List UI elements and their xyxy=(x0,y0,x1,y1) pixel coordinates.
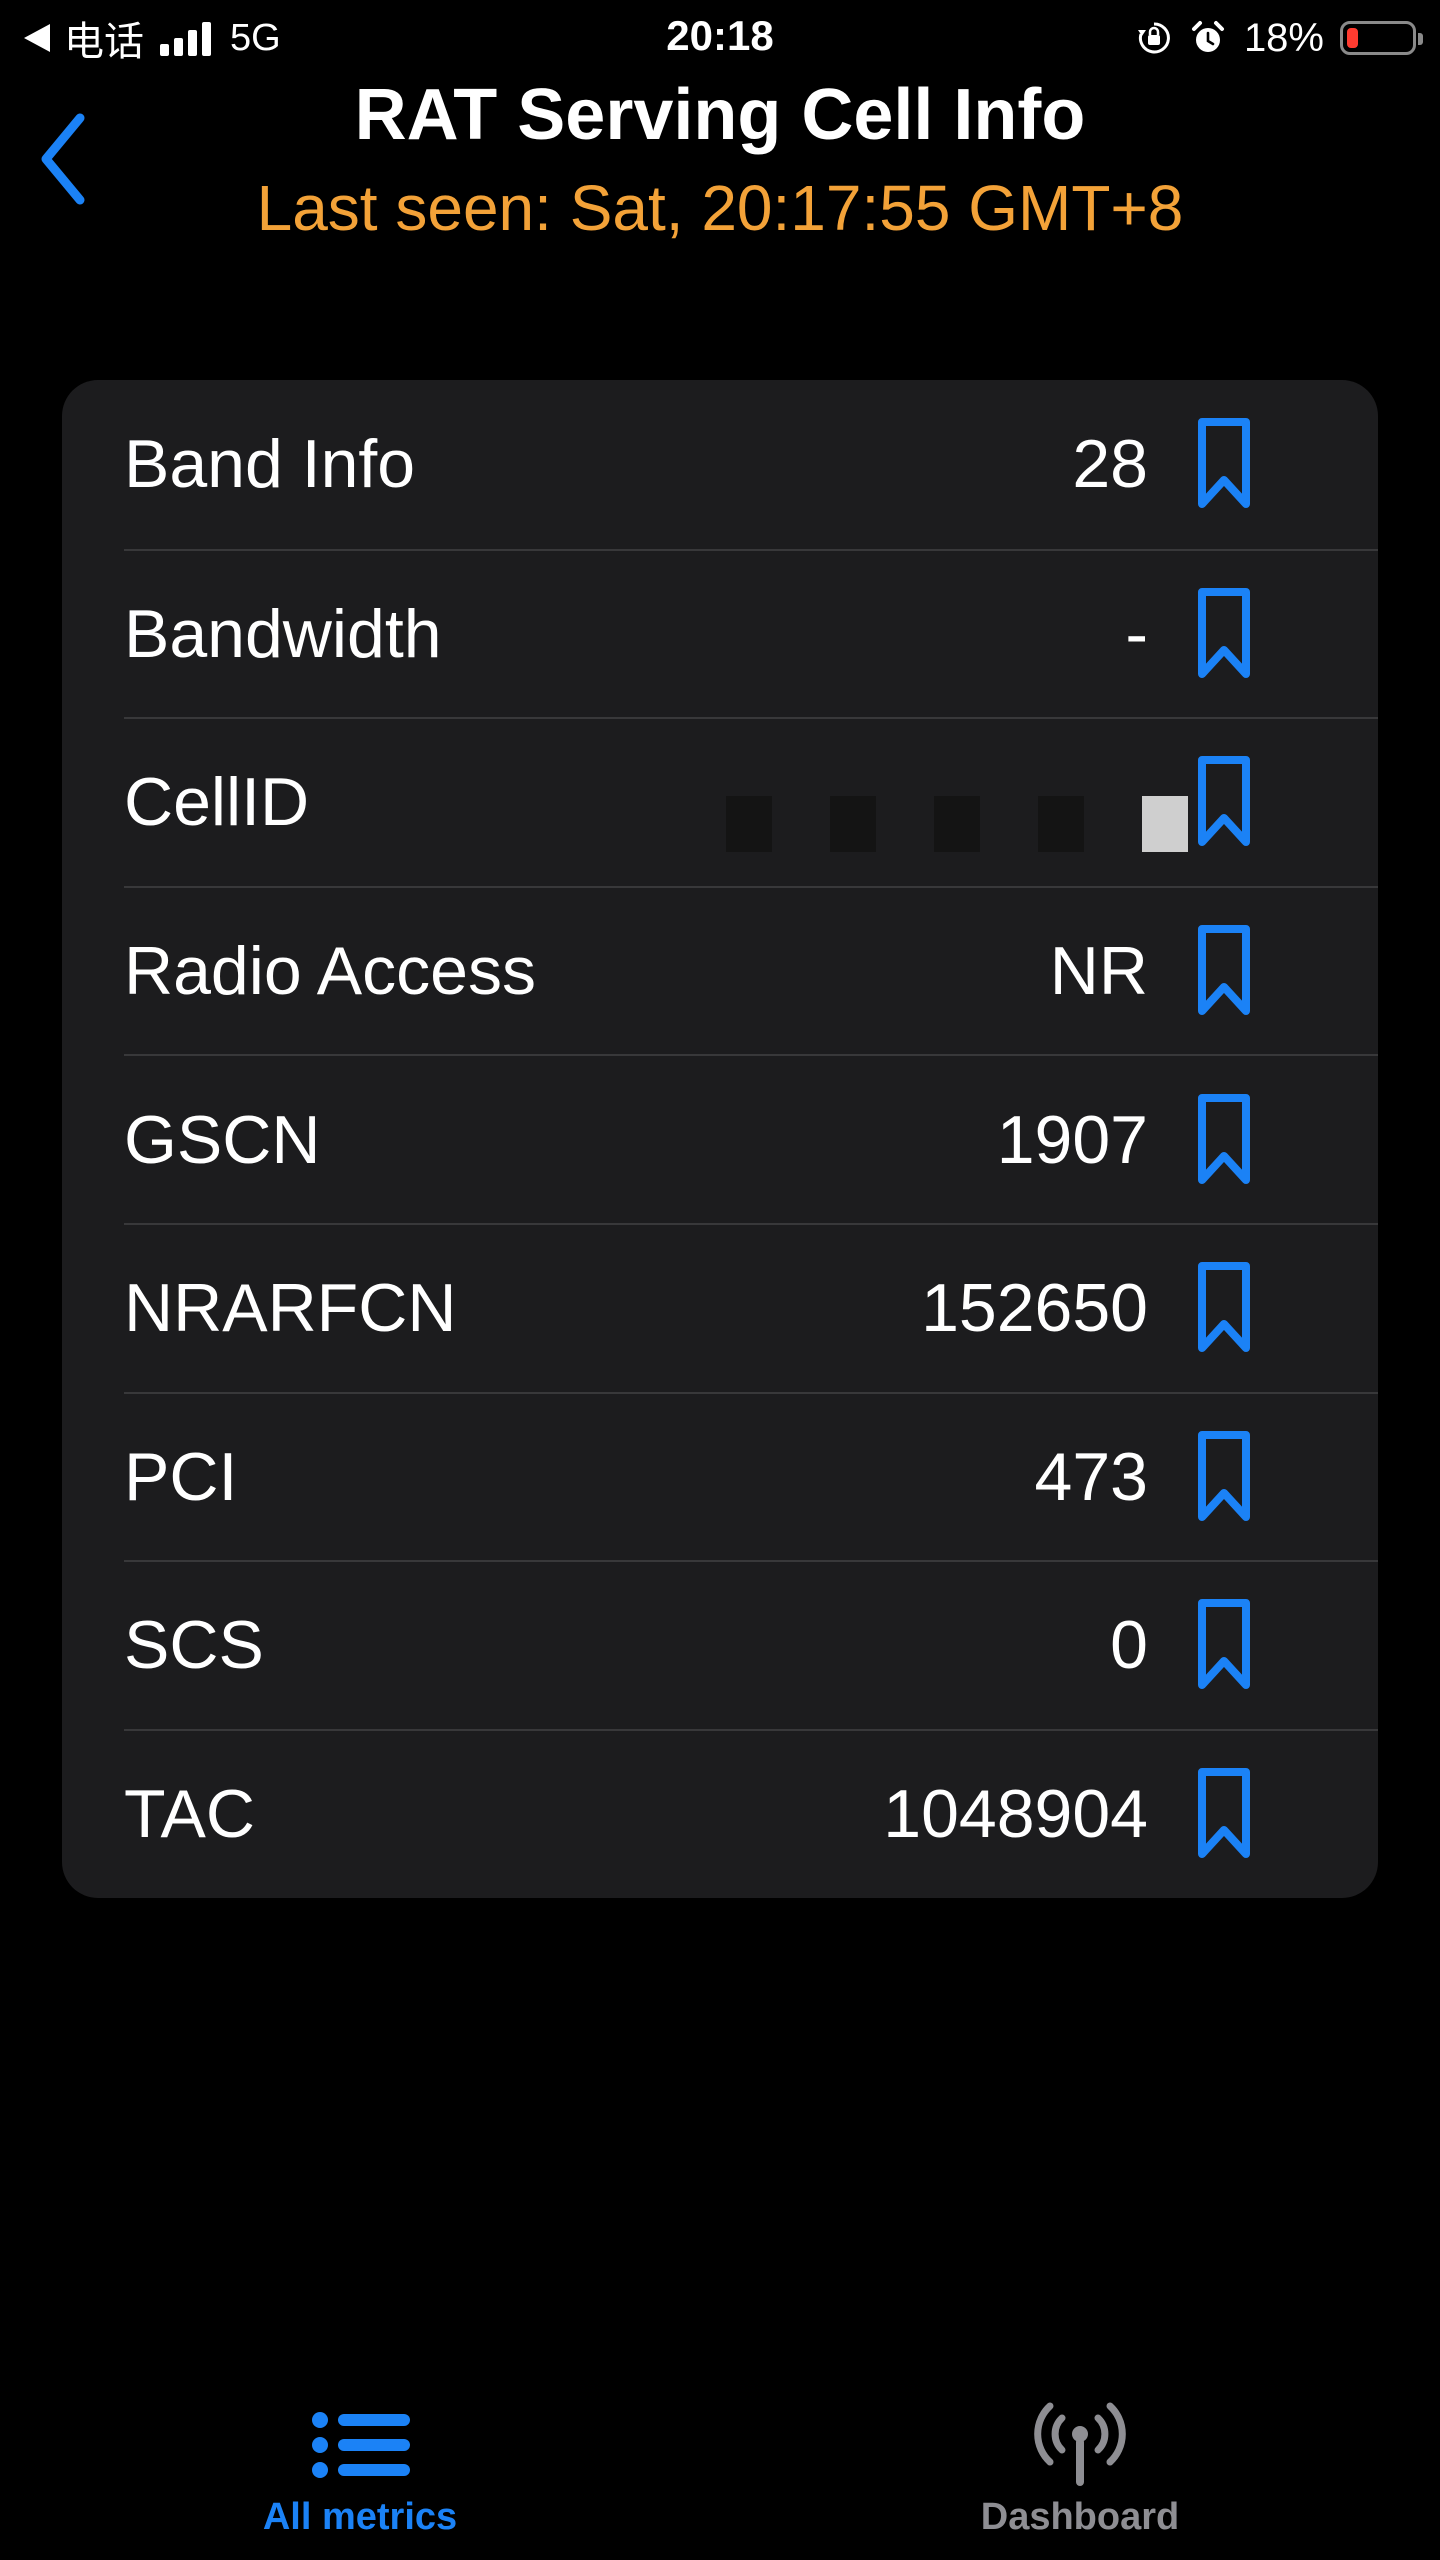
tab-dashboard-label: Dashboard xyxy=(980,2496,1180,2538)
metric-label: TAC xyxy=(124,1776,255,1853)
tab-bar: All metrics Dashboard xyxy=(0,2370,1440,2560)
metric-label: PCI xyxy=(124,1438,238,1515)
metric-row[interactable]: TAC 1048904 xyxy=(124,1728,1378,1898)
bookmark-icon[interactable] xyxy=(1194,1597,1254,1693)
page-title: RAT Serving Cell Info xyxy=(354,75,1086,155)
metric-value: 152650 xyxy=(921,1270,1148,1347)
tab-dashboard[interactable]: Dashboard xyxy=(880,2370,1280,2560)
metric-value: 1048904 xyxy=(883,1776,1148,1853)
bookmark-icon[interactable] xyxy=(1194,1260,1254,1356)
orientation-lock-icon xyxy=(1136,20,1172,56)
list-icon xyxy=(312,2412,410,2478)
metric-label: Radio Access xyxy=(124,933,536,1010)
metric-value: 0 xyxy=(1110,1607,1148,1684)
bookmark-icon[interactable] xyxy=(1194,416,1254,512)
serving-cell-card: Band Info28Bandwidth-CellID4Radio Access… xyxy=(62,380,1378,1898)
bookmark-icon[interactable] xyxy=(1194,754,1254,850)
metric-value: 28 xyxy=(1072,426,1148,503)
battery-icon xyxy=(1340,21,1423,55)
metric-row[interactable]: Band Info 28 xyxy=(124,380,1378,549)
metric-value: 473 xyxy=(1034,1438,1148,1515)
bookmark-icon[interactable] xyxy=(1194,586,1254,682)
alarm-icon xyxy=(1190,20,1226,56)
tab-all-metrics[interactable]: All metrics xyxy=(160,2370,560,2560)
antenna-icon xyxy=(1034,2402,1126,2486)
redacted-value-overlay xyxy=(668,739,1188,870)
metric-row[interactable]: Bandwidth - xyxy=(124,548,1378,718)
metric-label: Bandwidth xyxy=(124,595,442,672)
bookmark-icon[interactable] xyxy=(1194,1766,1254,1862)
metric-label: NRARFCN xyxy=(124,1270,457,1347)
metric-label: SCS xyxy=(124,1607,264,1684)
metric-row[interactable]: PCI 473 xyxy=(124,1391,1378,1561)
metric-label: Band Info xyxy=(124,426,416,503)
metric-row[interactable]: CellID4 xyxy=(124,717,1378,886)
metric-label: GSCN xyxy=(124,1101,321,1178)
metric-value: - xyxy=(1125,595,1148,672)
metric-row[interactable]: SCS 0 xyxy=(124,1560,1378,1729)
bookmark-icon[interactable] xyxy=(1194,923,1254,1019)
tab-all-metrics-label: All metrics xyxy=(262,2496,458,2538)
last-seen-subtitle: Last seen: Sat, 20:17:55 GMT+8 xyxy=(256,172,1184,244)
battery-percentage: 18% xyxy=(1243,15,1324,60)
status-right: 18% xyxy=(1136,12,1423,64)
metric-value: 1907 xyxy=(996,1101,1148,1178)
status-bar: 电话 5G 20:18 18% xyxy=(0,0,1440,76)
bookmark-icon[interactable] xyxy=(1194,1092,1254,1188)
metric-row[interactable]: GSCN 1907 xyxy=(124,1054,1378,1223)
metric-label: CellID xyxy=(124,764,310,841)
bookmark-icon[interactable] xyxy=(1194,1429,1254,1525)
battery-level-fill xyxy=(1347,28,1358,48)
metric-row[interactable]: Radio Access NR xyxy=(124,885,1378,1055)
metric-row[interactable]: NRARFCN 152650 xyxy=(124,1222,1378,1392)
metric-value: NR xyxy=(1049,933,1148,1010)
